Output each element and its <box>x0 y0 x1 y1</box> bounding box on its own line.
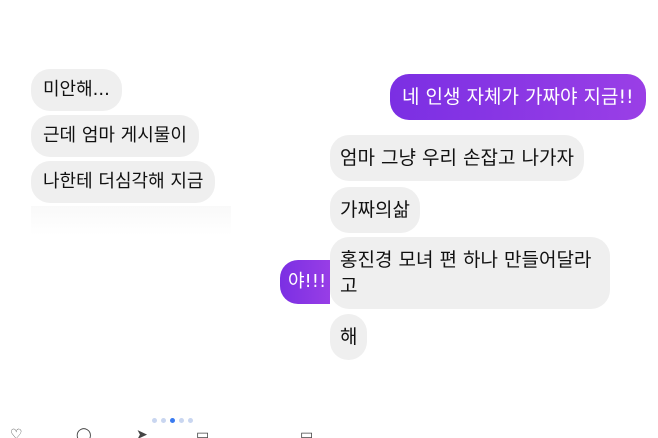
page-dot-active[interactable] <box>170 418 175 423</box>
chat-screenshot-composite: 미안해... 근데 엄마 게시물이 나한테 더심각해 지금 야!!! ♡ ◯ ➤… <box>0 0 658 438</box>
faded-message-area <box>31 206 231 236</box>
message-text: 가짜의삶 <box>340 199 410 221</box>
message-text: 네 인생 자체가 가짜야 지금!! <box>402 86 634 108</box>
message-text: 엄마 그냥 우리 손잡고 나가자 <box>340 147 574 169</box>
incoming-message-bubble: 엄마 그냥 우리 손잡고 나가자 <box>330 135 584 181</box>
message-text: 야!!! <box>288 271 327 292</box>
incoming-message-bubble: 나한테 더심각해 지금 <box>31 161 216 203</box>
comment-icon[interactable]: ◯ <box>76 428 92 438</box>
outgoing-message-bubble: 네 인생 자체가 가짜야 지금!! <box>390 74 646 120</box>
chat-pane-right: 네 인생 자체가 가짜야 지금!! 엄마 그냥 우리 손잡고 나가자 가짜의삶 … <box>330 0 658 438</box>
share-icon[interactable]: ➤ <box>136 428 148 438</box>
message-text: 해 <box>340 326 358 348</box>
page-dot[interactable] <box>152 418 157 423</box>
page-dot[interactable] <box>179 418 184 423</box>
page-dot[interactable] <box>188 418 193 423</box>
more-icon[interactable]: ▭ <box>300 428 313 438</box>
heart-icon[interactable]: ♡ <box>10 428 23 438</box>
incoming-message-bubble: 홍진경 모녀 편 하나 만들어달라고 <box>330 237 610 309</box>
bottom-action-bar: ♡ ◯ ➤ ▭ ▭ <box>0 428 330 438</box>
incoming-message-bubble: 가짜의삶 <box>330 187 420 233</box>
message-text: 근데 엄마 게시물이 <box>43 125 187 146</box>
incoming-message-bubble: 근데 엄마 게시물이 <box>31 115 199 157</box>
bookmark-icon[interactable]: ▭ <box>196 428 209 438</box>
message-text: 미안해... <box>43 79 110 100</box>
message-text: 나한테 더심각해 지금 <box>43 171 204 192</box>
outgoing-message-bubble: 야!!! <box>280 260 330 304</box>
chat-pane-left: 미안해... 근데 엄마 게시물이 나한테 더심각해 지금 야!!! ♡ ◯ ➤… <box>0 0 330 438</box>
incoming-message-bubble: 해 <box>330 314 368 360</box>
page-indicator <box>152 418 193 423</box>
page-dot[interactable] <box>161 418 166 423</box>
incoming-message-bubble: 미안해... <box>31 69 122 111</box>
message-text: 홍진경 모녀 편 하나 만들어달라고 <box>340 249 592 297</box>
